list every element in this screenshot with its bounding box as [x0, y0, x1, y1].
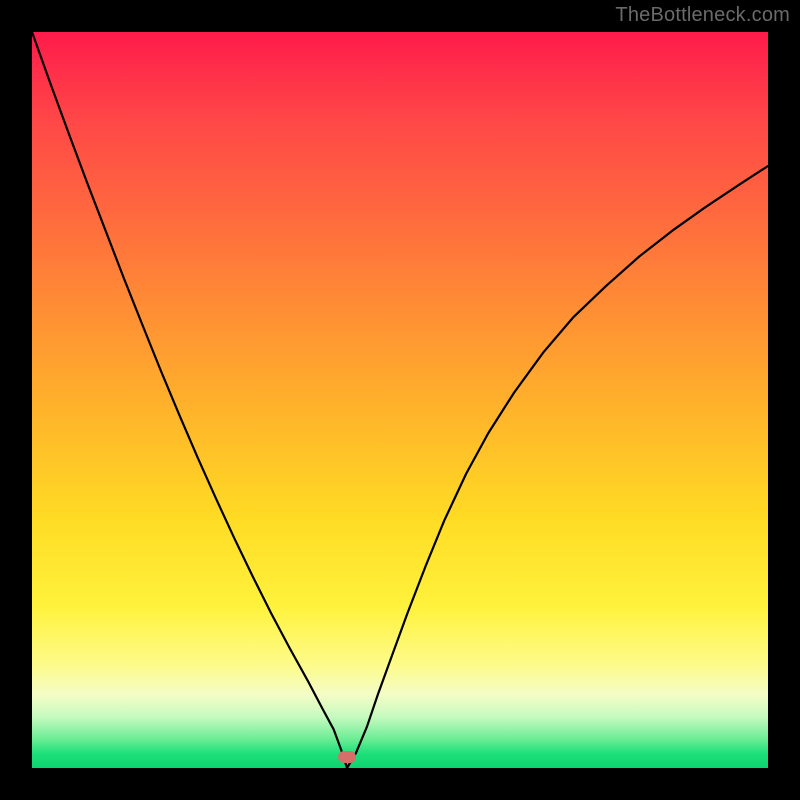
curve-path	[32, 32, 768, 768]
watermark-text: TheBottleneck.com	[615, 4, 790, 27]
chart-frame: TheBottleneck.com	[0, 0, 800, 800]
bottleneck-curve	[32, 32, 768, 768]
minimum-marker	[338, 751, 356, 763]
